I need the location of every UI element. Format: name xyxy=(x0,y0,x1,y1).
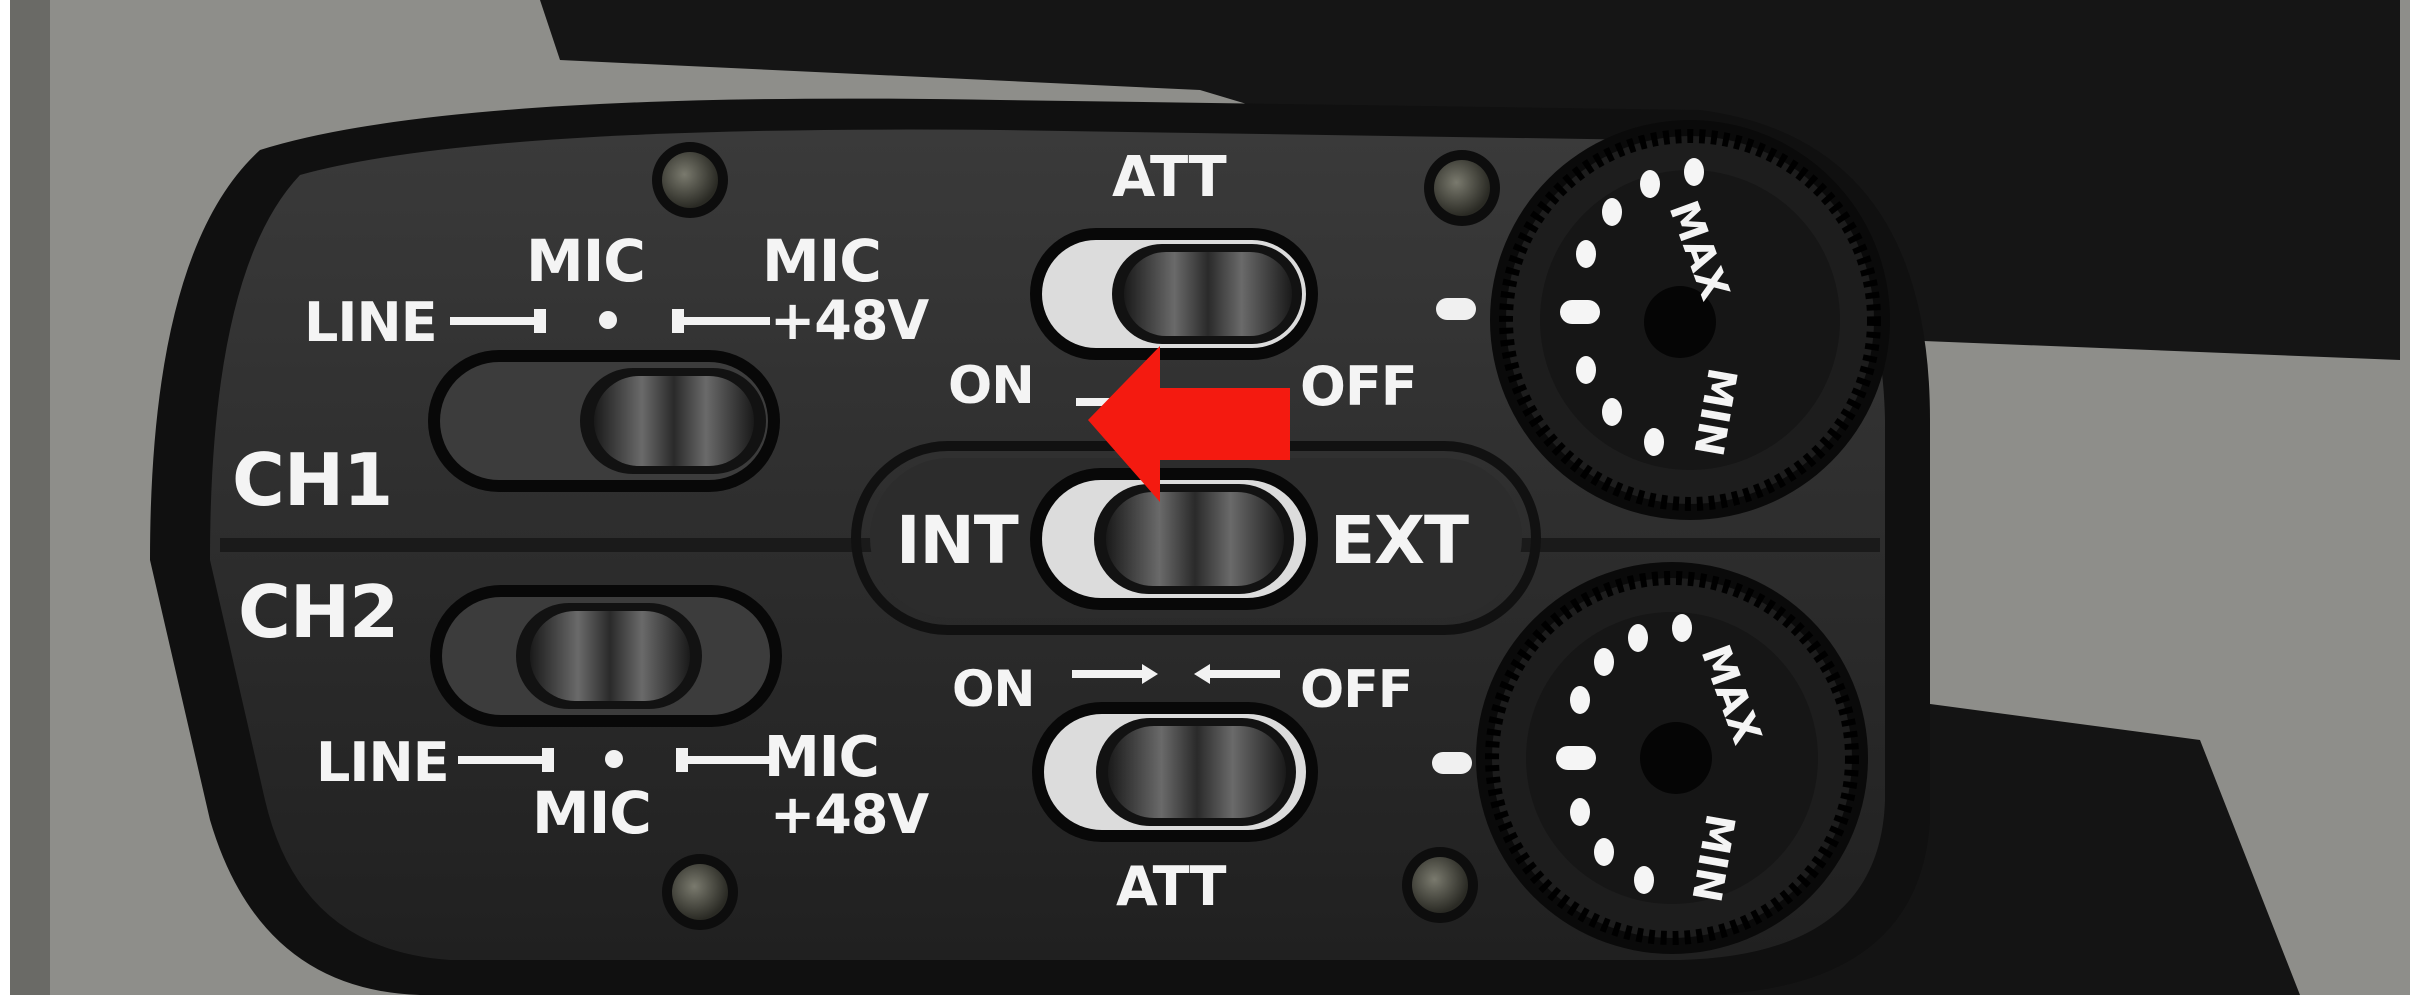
int-ext-switch xyxy=(1030,468,1318,610)
level-mark-icon xyxy=(1432,752,1472,774)
ch1-mic48-label-line2: +48V xyxy=(770,289,929,352)
ch2-line-label: LINE xyxy=(316,731,450,794)
att-bottom-switch xyxy=(1032,702,1318,842)
audio-control-panel-photo: CH1 CH2 LINE MIC MIC +48V LINE MIC MIC +… xyxy=(0,0,2432,1007)
ch1-mic48-label-line1: MIC xyxy=(762,227,882,295)
att-bottom-off-label: OFF xyxy=(1300,660,1413,720)
ch2-input-switch xyxy=(430,585,782,727)
ch1-mic-label: MIC xyxy=(526,227,646,295)
att-top-off-label: OFF xyxy=(1300,355,1418,418)
ch1-input-switch xyxy=(428,350,780,492)
level-mark-icon xyxy=(1436,298,1476,320)
ch1-line-label: LINE xyxy=(304,291,438,354)
att-bottom-title: ATT xyxy=(1116,855,1227,918)
ch1-level-dial xyxy=(1490,120,1890,520)
ch2-mic48-label-line2: +48V xyxy=(770,783,929,846)
att-top-title: ATT xyxy=(1112,145,1227,210)
int-label: INT xyxy=(896,502,1019,579)
ch2-mic48-label-line1: MIC xyxy=(764,725,880,790)
ch2-level-dial xyxy=(1476,562,1868,954)
ch1-label: CH1 xyxy=(232,438,393,522)
ext-label: EXT xyxy=(1330,502,1469,579)
att-top-on-label: ON xyxy=(948,356,1035,416)
att-top-switch xyxy=(1030,228,1318,360)
ch2-mic-label: MIC xyxy=(532,779,652,847)
ch2-label: CH2 xyxy=(238,570,399,654)
att-bottom-on-label: ON xyxy=(952,660,1035,718)
